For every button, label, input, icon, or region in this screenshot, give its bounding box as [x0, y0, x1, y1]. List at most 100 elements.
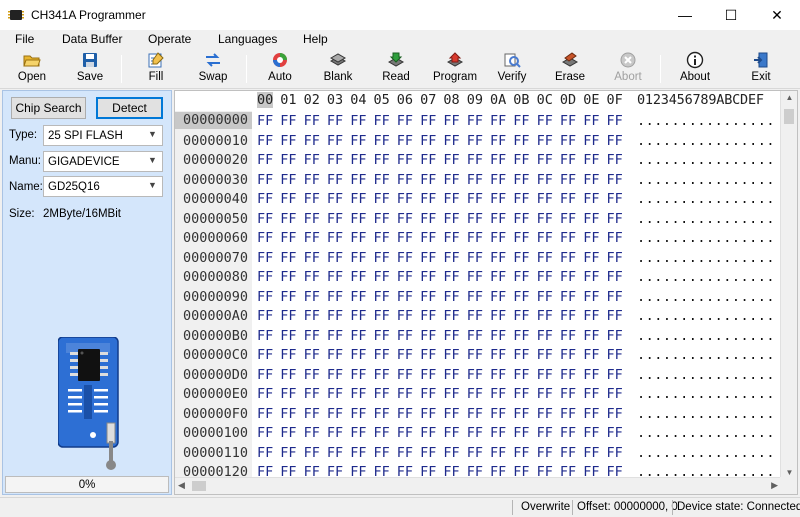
hex-byte-cell[interactable]: FF	[420, 230, 436, 246]
hex-byte-cell[interactable]: FF	[607, 269, 623, 285]
hex-byte-cell[interactable]: FF	[467, 406, 483, 422]
hex-byte-cell[interactable]: FF	[397, 133, 413, 149]
hex-byte-cell[interactable]: FF	[560, 386, 576, 402]
hex-byte-cell[interactable]: FF	[327, 113, 343, 129]
hex-byte-cell[interactable]: FF	[280, 425, 296, 441]
hex-byte-cell[interactable]: FF	[467, 425, 483, 441]
hex-byte-cell[interactable]: FF	[350, 191, 366, 207]
hex-byte-cell[interactable]: FF	[560, 308, 576, 324]
hex-byte-cell[interactable]: FF	[560, 367, 576, 383]
hex-byte-cell[interactable]: FF	[257, 152, 273, 168]
hex-byte-cell[interactable]: FF	[490, 133, 506, 149]
hex-byte-cell[interactable]: FF	[607, 133, 623, 149]
hex-byte-cell[interactable]: FF	[397, 289, 413, 305]
hex-byte-cell[interactable]: FF	[583, 347, 599, 363]
hex-byte-cell[interactable]: FF	[350, 328, 366, 344]
hex-byte-cell[interactable]: FF	[443, 191, 459, 207]
hex-byte-cell[interactable]: FF	[327, 152, 343, 168]
hex-byte-cell[interactable]: FF	[443, 289, 459, 305]
hex-byte-cell[interactable]: FF	[350, 289, 366, 305]
hex-byte-cell[interactable]: FF	[420, 445, 436, 461]
hex-byte-cell[interactable]: FF	[257, 289, 273, 305]
hex-byte-cell[interactable]: FF	[420, 172, 436, 188]
hex-byte-cell[interactable]: FF	[490, 406, 506, 422]
hex-byte-cell[interactable]: FF	[280, 191, 296, 207]
hex-byte-cell[interactable]: FF	[350, 386, 366, 402]
hex-byte-cell[interactable]: FF	[467, 152, 483, 168]
hex-byte-cell[interactable]: FF	[280, 230, 296, 246]
hex-byte-cell[interactable]: FF	[560, 289, 576, 305]
hex-byte-cell[interactable]: FF	[420, 289, 436, 305]
ascii-row[interactable]: ................	[637, 308, 775, 324]
hex-byte-cell[interactable]: FF	[443, 386, 459, 402]
hex-byte-cell[interactable]: FF	[350, 230, 366, 246]
hex-byte-cell[interactable]: FF	[537, 269, 553, 285]
save-button[interactable]: Save	[70, 50, 110, 88]
hex-byte-cell[interactable]: FF	[583, 328, 599, 344]
hex-byte-cell[interactable]: FF	[420, 152, 436, 168]
hex-byte-cell[interactable]: FF	[280, 328, 296, 344]
hex-byte-cell[interactable]: FF	[304, 269, 320, 285]
hex-byte-cell[interactable]: FF	[560, 133, 576, 149]
hex-byte-cell[interactable]: FF	[467, 308, 483, 324]
hex-byte-cell[interactable]: FF	[583, 133, 599, 149]
hex-byte-cell[interactable]: FF	[443, 250, 459, 266]
hex-byte-cell[interactable]: FF	[513, 367, 529, 383]
hex-byte-cell[interactable]: FF	[513, 152, 529, 168]
hex-byte-cell[interactable]: FF	[374, 250, 390, 266]
hex-byte-cell[interactable]: FF	[560, 113, 576, 129]
hex-byte-cell[interactable]: FF	[560, 191, 576, 207]
hex-byte-cell[interactable]: FF	[257, 211, 273, 227]
hex-byte-cell[interactable]: FF	[257, 445, 273, 461]
ascii-row[interactable]: ................	[637, 191, 775, 207]
blank-button[interactable]: Blank	[318, 50, 358, 88]
hex-byte-cell[interactable]: FF	[443, 406, 459, 422]
hex-byte-cell[interactable]: FF	[513, 406, 529, 422]
hex-byte-cell[interactable]: FF	[280, 445, 296, 461]
hex-byte-cell[interactable]: FF	[397, 230, 413, 246]
ascii-row[interactable]: ................	[637, 269, 775, 285]
hex-byte-cell[interactable]: FF	[560, 211, 576, 227]
hex-editor[interactable]: 0123456789ABCDEF 00 01 02 03 04 05 06 07 08 09 0A 0…	[174, 90, 798, 495]
hex-byte-cell[interactable]: FF	[443, 269, 459, 285]
vertical-scroll-thumb[interactable]	[784, 109, 794, 124]
ascii-row[interactable]: ................	[637, 211, 775, 227]
hex-byte-cell[interactable]: FF	[513, 425, 529, 441]
hex-byte-cell[interactable]: FF	[467, 445, 483, 461]
hex-byte-cell[interactable]: FF	[443, 367, 459, 383]
hex-byte-cell[interactable]: FF	[607, 113, 623, 129]
hex-byte-cell[interactable]: FF	[537, 406, 553, 422]
hex-byte-cell[interactable]: FF	[583, 386, 599, 402]
hex-byte-cell[interactable]: FF	[467, 328, 483, 344]
hex-byte-cell[interactable]: FF	[490, 191, 506, 207]
hex-byte-cell[interactable]: FF	[280, 152, 296, 168]
hex-byte-cell[interactable]: FF	[397, 250, 413, 266]
hex-byte-cell[interactable]: FF	[280, 113, 296, 129]
hex-byte-cell[interactable]: FF	[280, 269, 296, 285]
hex-byte-cell[interactable]: FF	[583, 425, 599, 441]
hex-byte-cell[interactable]: FF	[420, 347, 436, 363]
hex-byte-cell[interactable]: FF	[513, 250, 529, 266]
ascii-row[interactable]: ................	[637, 113, 775, 129]
hex-byte-cell[interactable]: FF	[350, 347, 366, 363]
hex-byte-cell[interactable]: FF	[420, 250, 436, 266]
hex-byte-cell[interactable]: FF	[304, 172, 320, 188]
hex-byte-cell[interactable]: FF	[467, 289, 483, 305]
close-button[interactable]: ✕	[754, 0, 800, 30]
hex-byte-cell[interactable]: FF	[257, 367, 273, 383]
hex-byte-cell[interactable]: FF	[607, 328, 623, 344]
hex-byte-cell[interactable]: FF	[327, 230, 343, 246]
hex-byte-cell[interactable]: FF	[513, 269, 529, 285]
hex-byte-cell[interactable]: FF	[467, 347, 483, 363]
hex-byte-cell[interactable]: FF	[350, 425, 366, 441]
hex-byte-cell[interactable]: FF	[280, 211, 296, 227]
read-button[interactable]: Read	[376, 50, 416, 88]
hex-byte-cell[interactable]: FF	[490, 230, 506, 246]
hex-byte-cell[interactable]: FF	[374, 191, 390, 207]
hex-byte-cell[interactable]: FF	[443, 172, 459, 188]
hex-byte-cell[interactable]: FF	[537, 386, 553, 402]
program-button[interactable]: Program	[432, 50, 478, 88]
hex-byte-cell[interactable]: FF	[537, 152, 553, 168]
fill-button[interactable]: Fill	[136, 50, 176, 88]
hex-byte-cell[interactable]: FF	[560, 328, 576, 344]
